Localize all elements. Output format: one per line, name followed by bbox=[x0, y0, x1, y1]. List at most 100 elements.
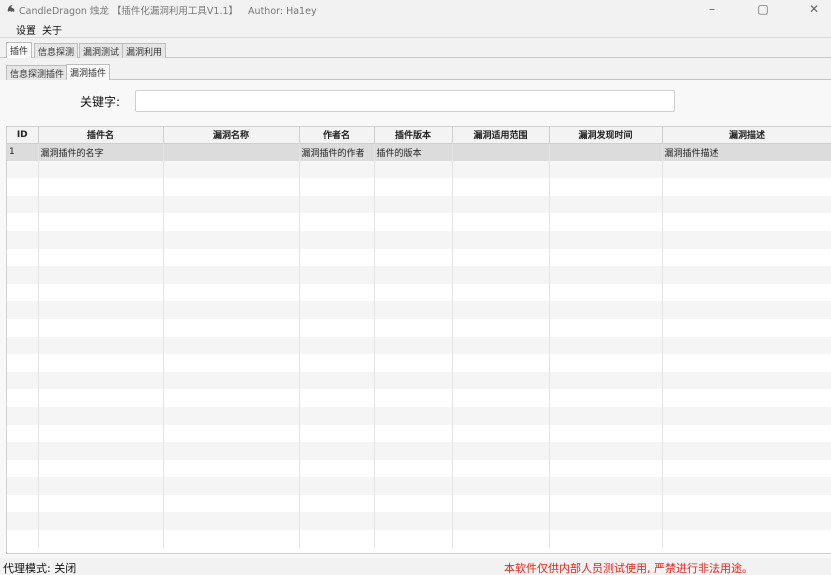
tab-vuln-exploit[interactable]: 漏洞利用 bbox=[122, 43, 167, 58]
table-row-empty[interactable] bbox=[7, 530, 831, 548]
table-cell bbox=[374, 195, 453, 214]
table-cell bbox=[163, 442, 300, 460]
table-cell bbox=[662, 283, 831, 302]
table-cell bbox=[374, 213, 453, 231]
table-cell bbox=[38, 442, 164, 460]
column-header-discovery-time[interactable]: 漏洞发现时间 bbox=[549, 127, 663, 144]
table-cell bbox=[7, 442, 39, 460]
table-cell bbox=[163, 512, 300, 531]
column-header-plugin-name[interactable]: 插件名 bbox=[38, 127, 164, 144]
column-header-id[interactable]: ID bbox=[7, 127, 39, 144]
close-button[interactable]: ✕ bbox=[794, 0, 831, 18]
table-row-empty[interactable] bbox=[7, 213, 831, 231]
table-row-empty[interactable] bbox=[7, 195, 831, 214]
table-cell bbox=[163, 266, 300, 284]
table-cell bbox=[7, 494, 39, 513]
table-cell bbox=[374, 283, 453, 302]
table-cell bbox=[452, 213, 550, 231]
minimize-button[interactable]: – bbox=[692, 0, 732, 18]
cell-plugin-name: 漏洞插件的名字 bbox=[38, 143, 164, 161]
table-cell bbox=[549, 195, 663, 214]
table-cell bbox=[662, 248, 831, 267]
table-row-empty[interactable] bbox=[7, 318, 831, 337]
keyword-search-input[interactable] bbox=[135, 90, 675, 112]
table-cell bbox=[549, 406, 663, 425]
table-row-empty[interactable] bbox=[7, 178, 831, 196]
table-cell bbox=[452, 530, 550, 548]
table-row-empty[interactable] bbox=[7, 512, 831, 531]
table-cell bbox=[38, 195, 164, 214]
table-cell bbox=[299, 283, 375, 302]
table-row-empty[interactable] bbox=[7, 301, 831, 319]
table-cell bbox=[163, 424, 300, 443]
table-row-empty[interactable] bbox=[7, 336, 831, 355]
table-row-empty[interactable] bbox=[7, 160, 831, 179]
cell-plugin-version: 插件的版本 bbox=[374, 143, 453, 161]
table-cell bbox=[163, 248, 300, 267]
table-cell bbox=[452, 336, 550, 355]
cell-author: 漏洞插件的作者 bbox=[299, 143, 375, 161]
table-cell bbox=[549, 318, 663, 337]
table-row-empty[interactable] bbox=[7, 354, 831, 372]
table-cell bbox=[374, 512, 453, 531]
table-cell bbox=[38, 424, 164, 443]
window-author: Author: Ha1ey bbox=[248, 6, 317, 17]
tab-vuln-test[interactable]: 漏洞测试 bbox=[79, 43, 124, 58]
tab-info-detection[interactable]: 信息探测 bbox=[34, 43, 79, 58]
cell-vuln-name bbox=[163, 143, 300, 161]
table-cell bbox=[163, 459, 300, 478]
table-cell bbox=[452, 230, 550, 249]
table-cell bbox=[7, 230, 39, 249]
table-cell bbox=[299, 178, 375, 196]
cell-id: 1 bbox=[7, 143, 39, 161]
table-cell bbox=[38, 371, 164, 390]
table-row-empty[interactable] bbox=[7, 424, 831, 443]
table-cell bbox=[374, 442, 453, 460]
table-row-empty[interactable] bbox=[7, 442, 831, 460]
table-cell bbox=[452, 459, 550, 478]
window-title: CandleDragon 烛龙 【插件化漏洞利用工具V1.1】 Author: H… bbox=[19, 6, 317, 17]
tab-vuln-plugins[interactable]: 漏洞插件 bbox=[66, 64, 111, 80]
table-cell bbox=[299, 336, 375, 355]
menu-settings[interactable]: 设置 bbox=[16, 22, 36, 37]
column-header-plugin-version[interactable]: 插件版本 bbox=[374, 127, 453, 144]
table-cell bbox=[374, 389, 453, 407]
table-cell bbox=[299, 248, 375, 267]
tab-info-plugins[interactable]: 信息探测插件 bbox=[6, 65, 69, 80]
table-row-empty[interactable] bbox=[7, 406, 831, 425]
table-cell bbox=[163, 336, 300, 355]
table-row-empty[interactable] bbox=[7, 389, 831, 407]
table-row-empty[interactable] bbox=[7, 230, 831, 249]
table-cell bbox=[299, 494, 375, 513]
maximize-button[interactable]: ▢ bbox=[743, 0, 783, 18]
table-cell bbox=[549, 424, 663, 443]
table-row-empty[interactable] bbox=[7, 248, 831, 267]
column-header-author[interactable]: 作者名 bbox=[299, 127, 375, 144]
plugin-table: ID 插件名 漏洞名称 作者名 插件版本 漏洞适用范围 漏洞发现时间 漏洞描述 … bbox=[6, 126, 831, 554]
table-row[interactable]: 1 漏洞插件的名字 漏洞插件的作者 插件的版本 漏洞插件描述 bbox=[7, 143, 831, 161]
table-row-empty[interactable] bbox=[7, 266, 831, 284]
table-row-empty[interactable] bbox=[7, 494, 831, 513]
table-row-empty[interactable] bbox=[7, 371, 831, 390]
table-row-empty[interactable] bbox=[7, 477, 831, 495]
table-cell bbox=[299, 477, 375, 495]
table-cell bbox=[662, 424, 831, 443]
table-cell bbox=[374, 230, 453, 249]
column-header-vuln-name[interactable]: 漏洞名称 bbox=[163, 127, 300, 144]
table-cell bbox=[452, 406, 550, 425]
menu-about[interactable]: 关于 bbox=[42, 22, 62, 37]
table-cell bbox=[662, 178, 831, 196]
column-header-vuln-scope[interactable]: 漏洞适用范围 bbox=[452, 127, 550, 144]
column-header-vuln-description[interactable]: 漏洞描述 bbox=[662, 127, 831, 144]
table-row-empty[interactable] bbox=[7, 459, 831, 478]
table-cell bbox=[7, 195, 39, 214]
table-cell bbox=[662, 477, 831, 495]
cell-vuln-description: 漏洞插件描述 bbox=[662, 143, 831, 161]
table-cell bbox=[662, 195, 831, 214]
table-row-empty[interactable] bbox=[7, 283, 831, 302]
table-cell bbox=[163, 178, 300, 196]
table-cell bbox=[452, 178, 550, 196]
table-cell bbox=[662, 406, 831, 425]
tab-plugins[interactable]: 插件 bbox=[6, 42, 33, 58]
table-cell bbox=[374, 301, 453, 319]
